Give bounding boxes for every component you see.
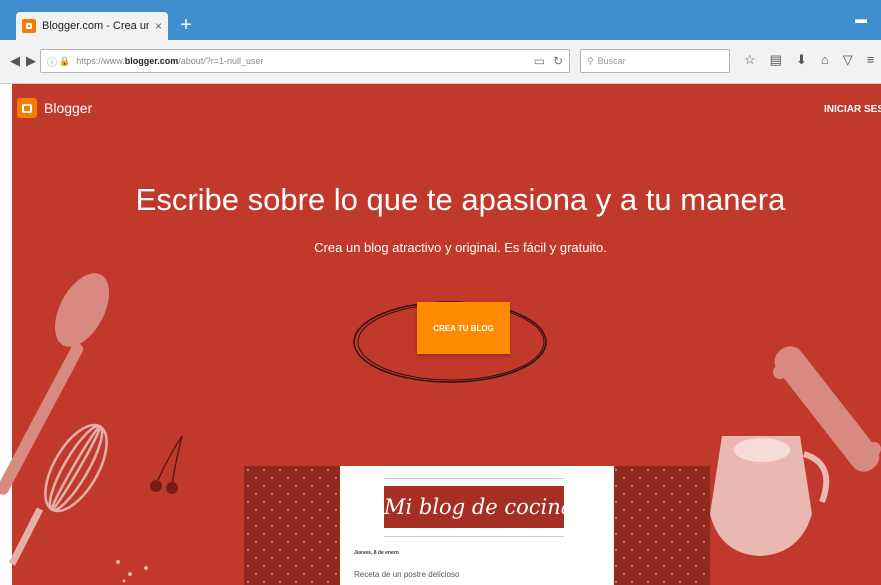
download-icon[interactable]: ⬇ [796, 52, 807, 68]
cherries-icon [150, 435, 183, 494]
tab-title: Blogger.com - Crea un bl... [42, 20, 149, 32]
search-icon: ⚲ [587, 55, 594, 66]
preview-divider [384, 478, 564, 479]
blogger-logo[interactable]: Blogger [17, 98, 92, 118]
post-date: Jueves, 8 de enero [354, 550, 399, 556]
url-path: /about/?r=1-null_user [178, 56, 264, 66]
blog-preview-card: Mi blog de cocina Jueves, 8 de enero Rec… [340, 466, 614, 585]
create-blog-button[interactable]: CREA TU BLOG [417, 302, 510, 354]
reader-view-icon[interactable]: ▭ [534, 54, 545, 68]
search-box[interactable]: ⚲ Buscar [580, 49, 730, 73]
sprinkles-icon [116, 560, 148, 583]
lock-icon[interactable]: 🔒 [59, 56, 70, 67]
url-prefix: https://www. [76, 56, 125, 66]
bookmark-star-icon[interactable]: ☆ [744, 52, 756, 68]
reload-icon[interactable]: ↻ [553, 54, 563, 68]
search-placeholder: Buscar [597, 56, 626, 66]
hero-subheadline: Crea un blog atractivo y original. Es fá… [314, 240, 607, 255]
forward-icon[interactable]: ▶ [22, 52, 40, 70]
blogger-landing-page: Blogger INICIAR SESI Escribe sobre lo qu… [0, 84, 881, 585]
preview-divider [384, 536, 564, 537]
browser-toolbar: ◀ ▶ ⓘ 🔒 https://www.blogger.com/about/?r… [0, 40, 881, 84]
blog-title: Mi blog de cocina [384, 495, 574, 519]
signin-link[interactable]: INICIAR SESI [824, 104, 881, 115]
logo-text: Blogger [44, 100, 93, 116]
hero-headline: Escribe sobre lo que te apasiona y a tu … [135, 182, 786, 217]
url-text[interactable]: https://www.blogger.com/about/?r=1-null_… [76, 56, 525, 66]
pocket-icon[interactable]: ▽ [843, 52, 853, 68]
url-domain: blogger.com [124, 56, 179, 66]
browser-tab[interactable]: Blogger.com - Crea un bl... × [16, 12, 168, 40]
blogger-favicon-icon [22, 19, 36, 33]
menu-icon[interactable]: ≡ [867, 52, 875, 68]
home-icon[interactable]: ⌂ [821, 52, 829, 68]
blogger-logo-icon [17, 98, 37, 118]
blog-title-banner: Mi blog de cocina [384, 486, 574, 528]
measuring-jug-icon [710, 436, 830, 556]
window-minimize-icon[interactable]: ▬ [855, 12, 867, 26]
toolbar-icons: ☆ ▤ ⬇ ⌂ ▽ ≡ [744, 52, 874, 68]
tab-close-icon[interactable]: × [155, 19, 162, 33]
address-bar[interactable]: ⓘ 🔒 https://www.blogger.com/about/?r=1-n… [40, 49, 570, 73]
post-title: Receta de un postre delicioso [354, 570, 460, 579]
blog-preview: Mi blog de cocina Jueves, 8 de enero Rec… [244, 466, 710, 585]
info-icon[interactable]: ⓘ [47, 54, 57, 69]
browser-tab-strip: Blogger.com - Crea un bl... × + ▬ [0, 0, 881, 40]
new-tab-button[interactable]: + [176, 14, 196, 36]
reading-list-icon[interactable]: ▤ [770, 52, 782, 68]
